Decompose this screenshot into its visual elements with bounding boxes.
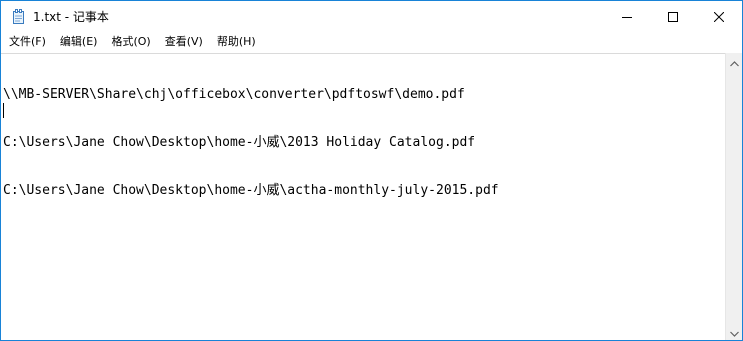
window-title: 1.txt - 记事本 (33, 10, 109, 24)
title-bar[interactable]: 1.txt - 记事本 (1, 1, 742, 32)
text-line: \\MB-SERVER\Share\chj\officebox\converte… (3, 87, 465, 102)
close-icon (713, 7, 725, 26)
maximize-button[interactable] (650, 1, 696, 32)
menu-edit[interactable]: 编辑(E) (53, 32, 105, 52)
close-button[interactable] (696, 1, 742, 32)
scroll-down-button[interactable] (726, 323, 742, 340)
minimize-button[interactable] (604, 1, 650, 32)
text-editor[interactable]: \\MB-SERVER\Share\chj\officebox\converte… (1, 53, 725, 340)
text-caret (3, 103, 4, 118)
scroll-up-arrow-icon (729, 52, 739, 71)
vertical-scrollbar[interactable] (725, 53, 742, 340)
notepad-icon[interactable] (11, 9, 27, 25)
menu-bar: 文件(F) 编辑(E) 格式(O) 查看(V) 帮助(H) (1, 32, 742, 52)
scroll-down-arrow-icon (729, 322, 739, 340)
scroll-up-button[interactable] (726, 53, 742, 70)
menu-file[interactable]: 文件(F) (1, 32, 53, 52)
menu-help[interactable]: 帮助(H) (210, 32, 263, 52)
notepad-window: 1.txt - 记事本 文件(F) 编辑(E) 格式(O) 查看(V) 帮助(H… (0, 0, 743, 341)
maximize-icon (668, 7, 678, 26)
menu-view[interactable]: 查看(V) (158, 32, 210, 52)
text-content: \\MB-SERVER\Share\chj\officebox\converte… (3, 55, 499, 231)
menu-format[interactable]: 格式(O) (104, 32, 157, 52)
text-line: C:\Users\Jane Chow\Desktop\home-小威\actha… (3, 183, 499, 198)
text-line: C:\Users\Jane Chow\Desktop\home-小威\2013 … (3, 135, 476, 150)
minimize-icon (622, 7, 632, 26)
